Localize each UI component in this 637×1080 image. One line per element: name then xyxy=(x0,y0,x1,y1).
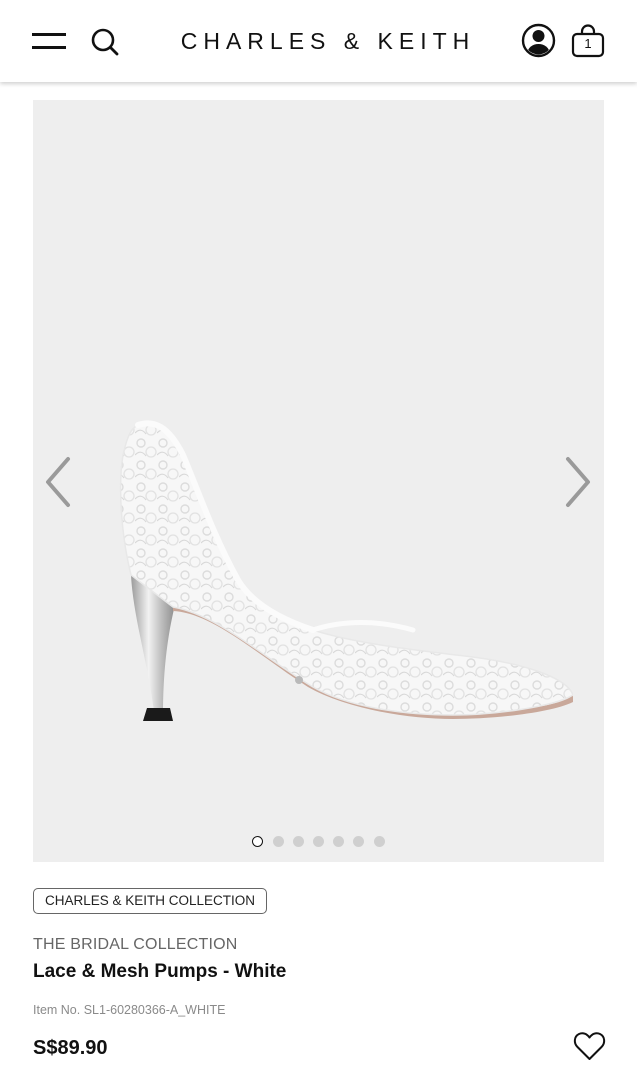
search-icon[interactable] xyxy=(90,27,120,57)
gallery-dot[interactable] xyxy=(272,836,284,848)
item-number: Item No. SL1-60280366-A_WHITE xyxy=(33,1003,226,1017)
sub-collection-label: THE BRIDAL COLLECTION xyxy=(33,936,238,953)
product-image-shoe xyxy=(119,420,573,721)
collection-badge[interactable]: CHARLES & KEITH COLLECTION xyxy=(33,888,268,914)
gallery-dot[interactable] xyxy=(353,836,365,848)
top-header: CHARLES & KEITH 1 xyxy=(0,0,637,82)
gallery-dot[interactable] xyxy=(333,836,345,848)
gallery-pagination xyxy=(33,833,604,848)
menu-icon[interactable] xyxy=(32,29,66,53)
account-icon[interactable] xyxy=(521,23,556,58)
gallery-dot[interactable] xyxy=(313,836,324,848)
product-price: S$89.90 xyxy=(33,1037,108,1059)
gallery-dot[interactable] xyxy=(292,836,304,848)
gallery-dot[interactable] xyxy=(373,836,385,848)
gallery-dot[interactable] xyxy=(252,836,264,848)
brand-logo[interactable]: CHARLES & KEITH xyxy=(180,28,476,55)
shopping-bag-button[interactable]: 1 xyxy=(570,23,606,59)
heart-outline-icon[interactable] xyxy=(573,1031,606,1061)
chevron-left-icon[interactable] xyxy=(43,456,73,508)
product-image-gallery[interactable] xyxy=(33,100,604,862)
product-title: Lace & Mesh Pumps - White xyxy=(33,961,287,982)
cart-count: 1 xyxy=(584,36,592,51)
